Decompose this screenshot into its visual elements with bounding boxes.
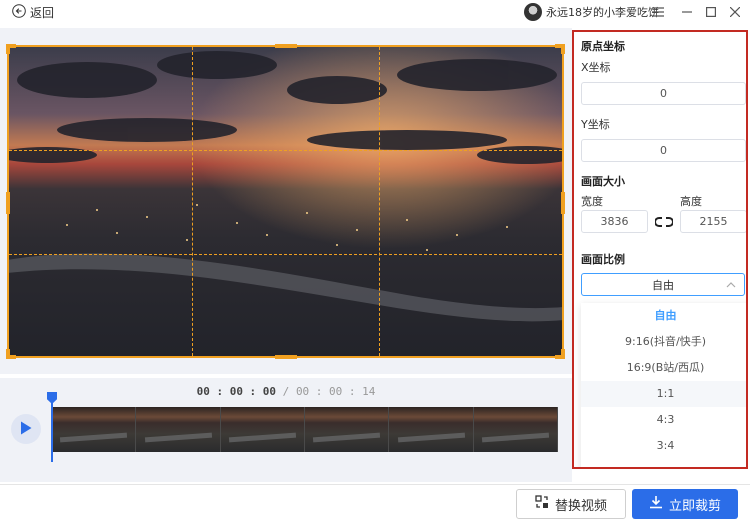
maximize-icon[interactable] — [703, 4, 719, 20]
crop-handle-bottom-left[interactable] — [6, 349, 10, 359]
crop-now-button[interactable]: 立即裁剪 — [632, 489, 738, 519]
ratio-option[interactable]: 3:4 — [581, 433, 746, 459]
filmstrip-frame — [389, 407, 474, 452]
ratio-option[interactable]: 1:1 — [581, 381, 746, 407]
filmstrip-frame — [473, 407, 558, 452]
minimize-icon[interactable] — [679, 4, 695, 20]
arrow-left-icon — [12, 4, 26, 21]
ratio-option[interactable]: 4:3 — [581, 407, 746, 433]
video-preview — [0, 28, 572, 374]
ratio-option[interactable]: 9:16(抖音/快手) — [581, 329, 746, 355]
avatar — [524, 3, 542, 21]
x-label: X坐标 — [581, 61, 611, 74]
ratio-dropdown: 自由 9:16(抖音/快手) 16:9(B站/西瓜) 1:1 4:3 3:4 — [581, 303, 746, 467]
timecode: 00 : 00 : 00 / 00 : 00 : 14 — [0, 385, 572, 398]
filmstrip-frame — [304, 407, 390, 452]
crop-handle-top[interactable] — [275, 44, 297, 48]
total-time: 00 : 00 : 14 — [295, 385, 376, 398]
user-account[interactable]: 永远18岁的小李爱吃饼 — [524, 3, 659, 21]
filmstrip-frame — [136, 407, 221, 452]
crop-handle-top-right[interactable] — [561, 44, 565, 54]
time-separator: / — [276, 385, 296, 398]
crop-grid-line — [379, 47, 380, 356]
menu-icon[interactable] — [650, 4, 666, 20]
ratio-section-title: 画面比例 — [581, 253, 625, 266]
y-coordinate-input[interactable]: 0 — [581, 139, 746, 162]
crop-grid-line — [9, 150, 562, 151]
link-aspect-icon[interactable] — [654, 215, 674, 229]
ratio-select[interactable]: 自由 — [581, 273, 745, 296]
back-label: 返回 — [30, 6, 55, 20]
crop-handle-right[interactable] — [561, 192, 565, 214]
origin-section-title: 原点坐标 — [581, 40, 625, 53]
close-icon[interactable] — [727, 4, 743, 20]
filmstrip-frame — [52, 407, 137, 452]
back-button[interactable]: 返回 — [12, 4, 54, 21]
title-bar: 返回 永远18岁的小李爱吃饼 — [0, 0, 750, 26]
size-section-title: 画面大小 — [581, 175, 625, 188]
y-label: Y坐标 — [581, 118, 610, 131]
playhead[interactable] — [51, 394, 53, 462]
crop-grid-line — [9, 254, 562, 255]
replace-video-button[interactable]: 替换视频 — [516, 489, 626, 519]
play-button[interactable] — [11, 414, 41, 444]
swap-icon — [535, 495, 549, 513]
ratio-option[interactable]: 自由 — [581, 303, 746, 329]
crop-handle-bottom-right[interactable] — [561, 349, 565, 359]
filmstrip[interactable] — [52, 407, 558, 452]
play-icon — [20, 421, 32, 438]
filmstrip-frame — [220, 407, 305, 452]
crop-now-label: 立即裁剪 — [668, 498, 721, 514]
replace-video-label: 替换视频 — [554, 498, 607, 514]
crop-handle-bottom[interactable] — [275, 355, 297, 359]
crop-handle-left[interactable] — [6, 192, 10, 214]
bottom-action-bar: 替换视频 立即裁剪 — [0, 484, 750, 521]
height-input[interactable]: 2155 — [680, 210, 746, 233]
width-input[interactable]: 3836 — [581, 210, 648, 233]
crop-frame[interactable] — [6, 44, 565, 359]
ratio-selected-value: 自由 — [652, 278, 674, 292]
ratio-option[interactable]: 16:9(B站/西瓜) — [581, 355, 746, 381]
crop-grid-line — [192, 47, 193, 356]
crop-handle-top-left[interactable] — [6, 44, 10, 54]
height-label: 高度 — [680, 195, 702, 208]
download-icon — [649, 495, 663, 513]
chevron-up-icon — [726, 279, 736, 290]
crop-settings-panel: 原点坐标 X坐标 0 Y坐标 0 画面大小 宽度 高度 3836 2155 画面… — [572, 30, 748, 469]
video-crop-app: 返回 永远18岁的小李爱吃饼 00: 00: 00 / 00: 00: … — [0, 0, 750, 521]
timeline: 00 : 00 : 00 / 00 : 00 : 14 — [0, 378, 572, 482]
username: 永远18岁的小李爱吃饼 — [546, 6, 659, 19]
width-label: 宽度 — [581, 195, 603, 208]
current-time: 00 : 00 : 00 — [196, 385, 277, 398]
x-coordinate-input[interactable]: 0 — [581, 82, 746, 105]
